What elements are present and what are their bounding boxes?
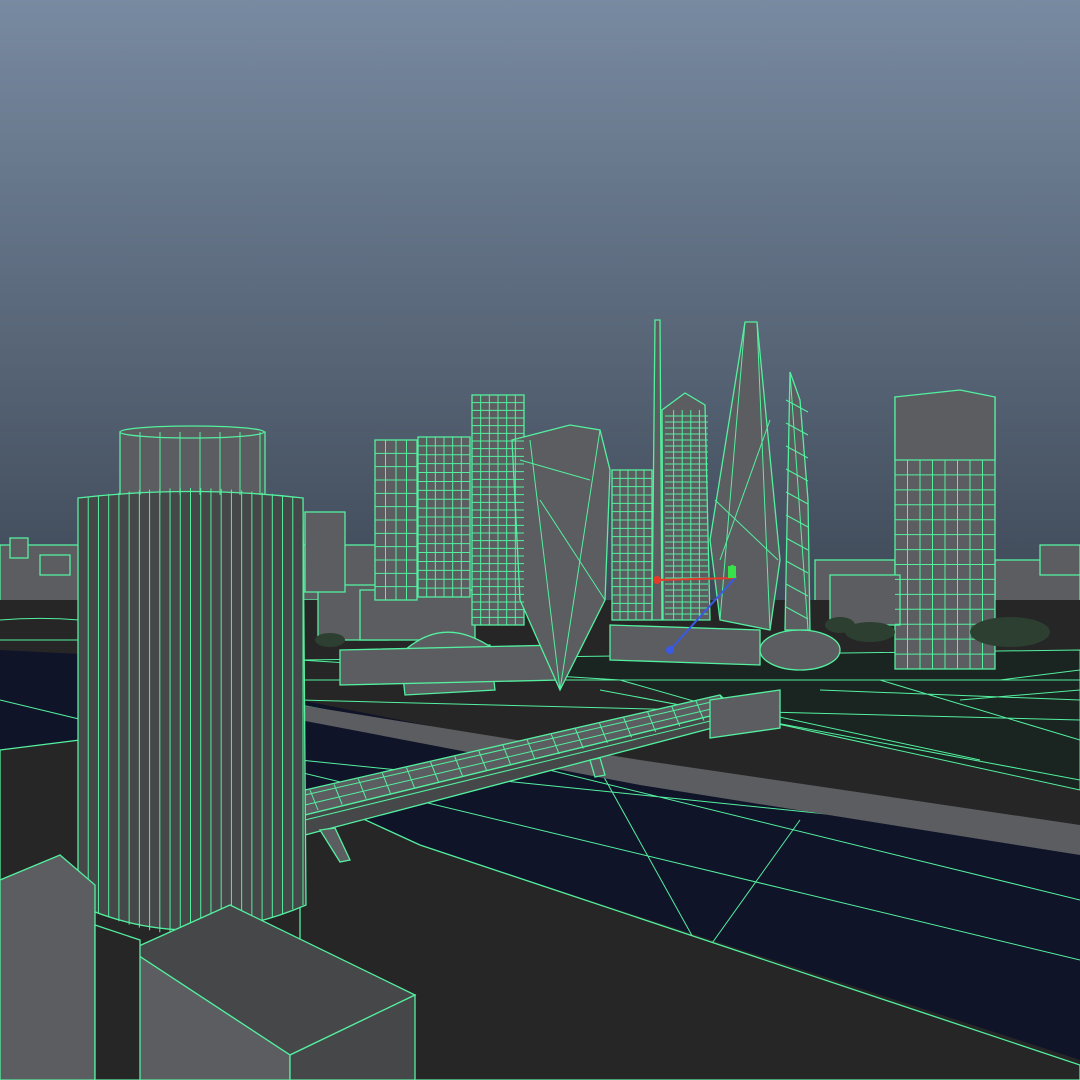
3d-viewport[interactable] [0,0,1080,1080]
slab-top [894,389,996,461]
scene-canvas[interactable] [0,0,1080,1080]
foreground-cylinder-tower [77,425,307,935]
